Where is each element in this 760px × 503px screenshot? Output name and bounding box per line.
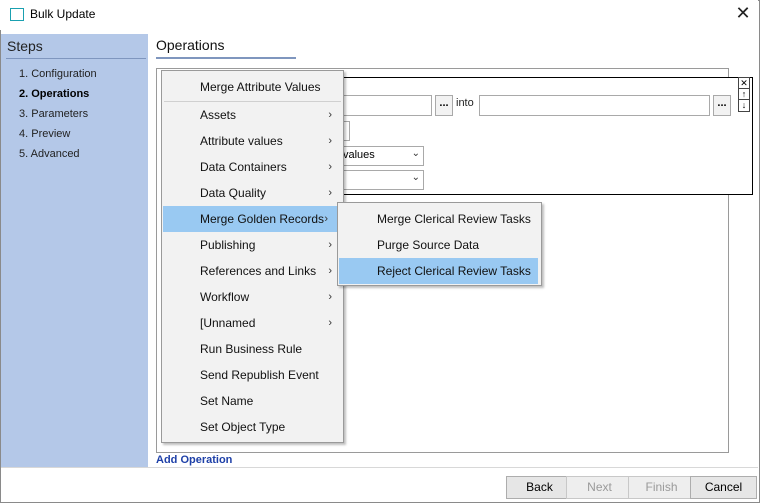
target-attribute-field[interactable] <box>479 95 710 116</box>
next-button[interactable]: Next <box>566 476 633 499</box>
menu-item-label: Merge Golden Records <box>200 212 325 226</box>
chevron-right-icon: › <box>328 135 332 147</box>
menu-item-data-containers[interactable]: Data Containers › <box>163 154 342 180</box>
target-browse-button[interactable]: ... <box>713 95 731 116</box>
chevron-right-icon: › <box>328 187 332 199</box>
merge-mode-value: values <box>343 149 375 161</box>
menu-item-label: Merge Attribute Values <box>200 80 321 94</box>
menu-item-send-republish-event[interactable]: Send Republish Event <box>163 362 342 388</box>
menu-item-publishing[interactable]: Publishing › <box>163 232 342 258</box>
window-title: Bulk Update <box>30 7 96 21</box>
menu-item-label: Data Quality <box>200 186 267 200</box>
title-underline <box>156 57 296 59</box>
title-bar: Bulk Update ✕ <box>0 0 758 30</box>
move-down-icon[interactable]: ↓ <box>738 99 750 112</box>
submenu-item-label: Purge Source Data <box>377 238 480 252</box>
menu-item-label: Send Republish Event <box>200 368 319 382</box>
steps-divider <box>6 58 146 59</box>
source-browse-button[interactable]: ... <box>435 95 453 116</box>
chevron-down-icon: ⌄ <box>411 148 420 159</box>
operations-menu: Merge Attribute Values Assets › Attribut… <box>161 70 344 443</box>
close-icon[interactable]: ✕ <box>735 3 751 23</box>
steps-sidebar: Steps 1. Configuration 2. Operations 3. … <box>1 34 148 467</box>
step-preview[interactable]: 4. Preview <box>19 128 70 140</box>
chevron-right-icon: › <box>328 161 332 173</box>
menu-item-label: Set Object Type <box>200 420 286 434</box>
chevron-right-icon: › <box>328 291 332 303</box>
menu-item-unnamed[interactable]: [Unnamed › <box>163 310 342 336</box>
menu-item-set-object-type[interactable]: Set Object Type <box>163 414 342 440</box>
menu-item-label: Assets <box>200 108 237 122</box>
submenu-item-purge-source-data[interactable]: Purge Source Data <box>339 232 540 258</box>
menu-item-run-business-rule[interactable]: Run Business Rule <box>163 336 342 362</box>
chevron-down-icon: ⌄ <box>411 172 420 183</box>
submenu-item-label: Reject Clerical Review Tasks <box>377 264 531 278</box>
chevron-right-icon: › <box>328 317 332 329</box>
menu-item-label: References and Links <box>200 264 317 278</box>
back-button[interactable]: Back <box>506 476 573 499</box>
menu-item-label: Set Name <box>200 394 254 408</box>
menu-item-label: Run Business Rule <box>200 342 303 356</box>
menu-item-label: [Unnamed <box>200 316 256 330</box>
merge-golden-records-submenu: Merge Clerical Review Tasks Purge Source… <box>337 202 542 286</box>
chevron-right-icon: › <box>328 239 332 251</box>
menu-item-label: Data Containers <box>200 160 287 174</box>
menu-item-attribute-values[interactable]: Attribute values › <box>163 128 342 154</box>
step-configuration[interactable]: 1. Configuration <box>19 68 97 80</box>
menu-item-references-and-links[interactable]: References and Links › <box>163 258 342 284</box>
steps-title: Steps <box>7 38 43 54</box>
submenu-item-merge-clerical-review-tasks[interactable]: Merge Clerical Review Tasks <box>339 206 540 232</box>
step-operations[interactable]: 2. Operations <box>19 88 89 100</box>
app-icon <box>10 8 24 21</box>
cancel-button[interactable]: Cancel <box>690 476 757 499</box>
add-operation-link[interactable]: Add Operation <box>156 454 232 466</box>
into-label: into <box>456 97 474 109</box>
page-title: Operations <box>156 37 225 53</box>
menu-item-merge-attribute-values[interactable]: Merge Attribute Values <box>163 74 342 100</box>
chevron-right-icon: › <box>328 265 332 277</box>
menu-item-set-name[interactable]: Set Name <box>163 388 342 414</box>
menu-item-label: Workflow <box>200 290 250 304</box>
merge-mode-select[interactable]: values ⌄ <box>340 146 424 166</box>
step-advanced[interactable]: 5. Advanced <box>19 148 80 160</box>
submenu-item-reject-clerical-review-tasks[interactable]: Reject Clerical Review Tasks <box>339 258 538 284</box>
menu-item-assets[interactable]: Assets › <box>163 102 342 128</box>
chevron-right-icon: › <box>324 213 328 225</box>
chevron-right-icon: › <box>328 109 332 121</box>
source-attribute-field[interactable] <box>340 95 432 116</box>
menu-item-merge-golden-records[interactable]: Merge Golden Records › <box>163 206 338 232</box>
step-parameters[interactable]: 3. Parameters <box>19 108 88 120</box>
footer-divider <box>1 467 758 468</box>
finish-button[interactable]: Finish <box>628 476 695 499</box>
menu-item-data-quality[interactable]: Data Quality › <box>163 180 342 206</box>
submenu-item-label: Merge Clerical Review Tasks <box>377 212 531 226</box>
menu-item-workflow[interactable]: Workflow › <box>163 284 342 310</box>
menu-item-label: Attribute values <box>200 134 283 148</box>
secondary-select[interactable]: ⌄ <box>340 170 424 190</box>
menu-item-label: Publishing <box>200 238 256 252</box>
